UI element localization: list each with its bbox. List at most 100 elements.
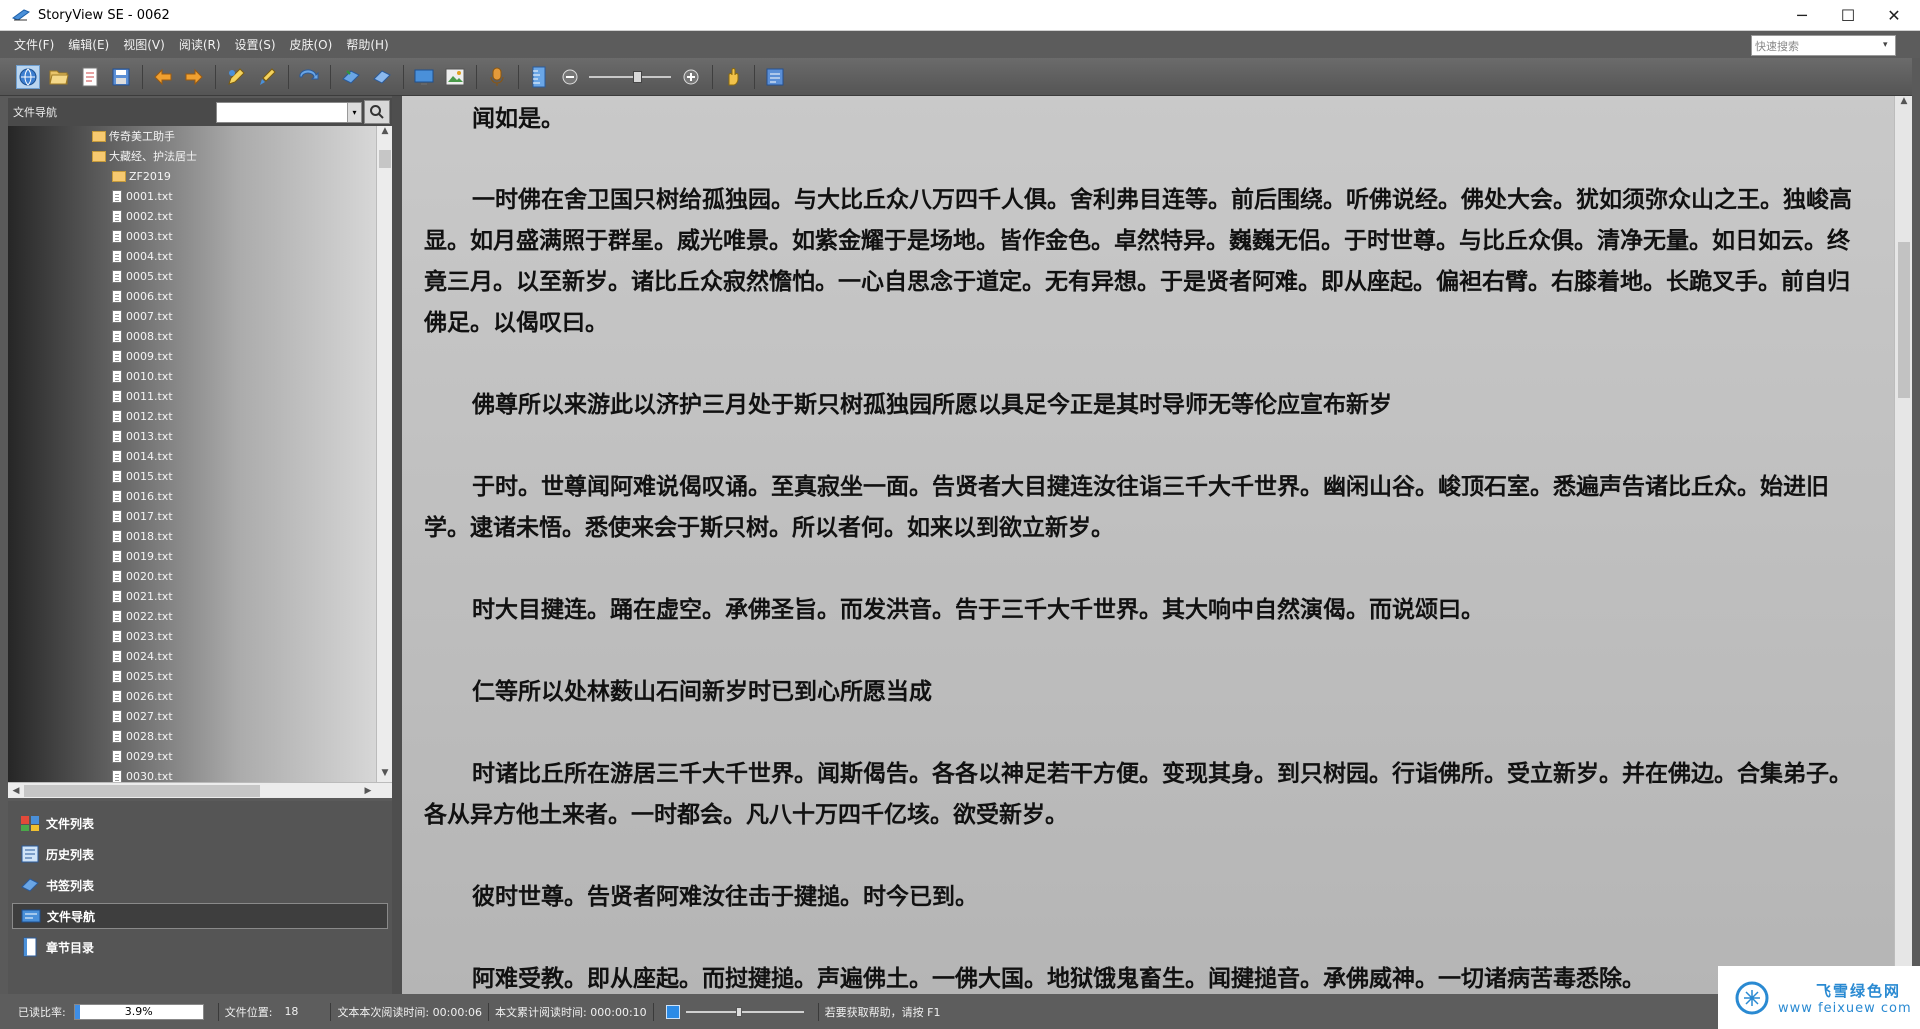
brush-button[interactable]	[255, 65, 279, 89]
panel-bookmark-list[interactable]: 书签列表	[12, 872, 388, 898]
menu-view[interactable]: 视图(V)	[123, 36, 165, 53]
menu-help[interactable]: 帮助(H)	[346, 36, 388, 53]
panel-file-nav[interactable]: 文件导航	[12, 903, 388, 929]
zoom-in-button[interactable]	[679, 65, 703, 89]
nav-search-button[interactable]	[364, 100, 390, 124]
scroll-down-icon[interactable]: ▼	[377, 768, 393, 782]
chevron-down-icon[interactable]: ▾	[347, 103, 361, 122]
tree-file[interactable]: 0016.txt	[112, 486, 173, 506]
scrollbar-thumb[interactable]	[1898, 242, 1910, 398]
status-separator	[217, 1002, 219, 1021]
tree-file[interactable]: 0009.txt	[112, 346, 173, 366]
tree-file[interactable]: 0015.txt	[112, 466, 173, 486]
tree-file[interactable]: 0010.txt	[112, 366, 173, 386]
tree-file[interactable]: 0028.txt	[112, 726, 173, 746]
tree-file[interactable]: 0007.txt	[112, 306, 173, 326]
menu-edit[interactable]: 编辑(E)	[68, 36, 109, 53]
file-icon	[112, 189, 122, 203]
tree-file[interactable]: 0006.txt	[112, 286, 173, 306]
nav-search-input[interactable]: ▾	[216, 102, 362, 123]
tree-file[interactable]: 0013.txt	[112, 426, 173, 446]
tree-file-label: 0023.txt	[126, 629, 173, 643]
scroll-speed-slider[interactable]	[685, 1004, 804, 1020]
tree-file[interactable]: 0025.txt	[112, 666, 173, 686]
panel-chapter-list[interactable]: 章节目录	[12, 934, 388, 960]
fullscreen-button[interactable]	[412, 65, 436, 89]
sync-button[interactable]	[297, 65, 321, 89]
tree-file[interactable]: 0020.txt	[112, 566, 173, 586]
tree-file[interactable]: 0030.txt	[112, 766, 173, 782]
menu-settings[interactable]: 设置(S)	[235, 36, 276, 53]
options-button[interactable]	[763, 65, 787, 89]
tree-file[interactable]: 0022.txt	[112, 606, 173, 626]
speech-button[interactable]	[485, 65, 509, 89]
tree-horizontal-scrollbar[interactable]: ◀ ▶	[8, 782, 392, 798]
tree-file[interactable]: 0011.txt	[112, 386, 173, 406]
reading-pane[interactable]: 闻如是。 一时佛在舍卫国只树给孤独园。与大比丘众八万四千人俱。舍利弗目连等。前后…	[402, 96, 1894, 994]
tree-file[interactable]: 0018.txt	[112, 526, 173, 546]
menu-read[interactable]: 阅读(R)	[179, 36, 221, 53]
reader-vertical-scrollbar[interactable]: ▲ ▼	[1894, 96, 1912, 994]
next-button[interactable]	[182, 65, 206, 89]
menu-skin[interactable]: 皮肤(O)	[290, 36, 333, 53]
tree-folder[interactable]: 传奇美工助手	[92, 126, 175, 146]
scroll-left-icon[interactable]: ◀	[8, 783, 24, 799]
microphone-icon	[490, 67, 504, 86]
tree-file[interactable]: 0029.txt	[112, 746, 173, 766]
bookmark-add-button[interactable]	[339, 65, 363, 89]
zoom-out-button[interactable]	[558, 65, 582, 89]
tree-vertical-scrollbar[interactable]: ▲ ▼	[376, 126, 392, 782]
close-button[interactable]: ✕	[1871, 0, 1917, 31]
tree-file[interactable]: 0004.txt	[112, 246, 173, 266]
tree-file[interactable]: 0014.txt	[112, 446, 173, 466]
tree-file[interactable]: 0024.txt	[112, 646, 173, 666]
tree-file[interactable]: 0027.txt	[112, 706, 173, 726]
tree-file[interactable]: 0019.txt	[112, 546, 173, 566]
auto-read-button[interactable]	[16, 64, 40, 89]
tree-file[interactable]: 0003.txt	[112, 226, 173, 246]
quick-search-placeholder: 快速搜索	[1755, 40, 1799, 53]
auto-scroll-icon[interactable]	[665, 1004, 680, 1019]
menu-file[interactable]: 文件(F)	[14, 36, 54, 53]
tree-file[interactable]: 0017.txt	[112, 506, 173, 526]
tree-file[interactable]: 0021.txt	[112, 586, 173, 606]
speed-slider-thumb[interactable]	[736, 1006, 743, 1017]
tree-file[interactable]: 0008.txt	[112, 326, 173, 346]
tree-folder[interactable]: 大藏经、护法居士	[92, 146, 197, 166]
scroll-up-icon[interactable]: ▲	[377, 126, 393, 140]
tree-file[interactable]: 0001.txt	[112, 186, 173, 206]
status-separator	[330, 1002, 332, 1021]
minimize-button[interactable]: ─	[1779, 0, 1825, 31]
panel-splitter[interactable]	[392, 96, 402, 994]
maximize-button[interactable]: ☐	[1825, 0, 1871, 31]
page-layout-button[interactable]	[527, 65, 551, 89]
panel-history-list[interactable]: 历史列表	[12, 841, 388, 867]
hand-tool-button[interactable]	[721, 65, 745, 89]
previous-button[interactable]	[151, 65, 175, 89]
scrollbar-thumb[interactable]	[24, 785, 260, 797]
tree-file[interactable]: 0002.txt	[112, 206, 173, 226]
edit-button[interactable]	[224, 65, 248, 89]
save-button[interactable]	[109, 65, 133, 89]
scroll-up-icon[interactable]: ▲	[1895, 96, 1913, 110]
scrollbar-thumb[interactable]	[379, 150, 391, 168]
zoom-slider-thumb[interactable]	[632, 70, 642, 83]
zoom-slider[interactable]	[589, 65, 671, 89]
tree-file[interactable]: 0005.txt	[112, 266, 173, 286]
open-file-button[interactable]	[78, 65, 102, 89]
tree-file[interactable]: 0026.txt	[112, 686, 173, 706]
text-paragraph: 一时佛在舍卫国只树给孤独园。与大比丘众八万四千人俱。舍利弗目连等。前后围绕。听佛…	[424, 187, 1852, 336]
panel-file-list[interactable]: 文件列表	[12, 810, 388, 836]
tree-file[interactable]: 0023.txt	[112, 626, 173, 646]
tree-folder[interactable]: ZF2019	[112, 166, 171, 186]
pencil-icon	[228, 67, 245, 85]
bookmark-button[interactable]	[370, 65, 394, 89]
chevron-down-icon[interactable]: ▾	[1883, 40, 1893, 50]
quick-search-input[interactable]: 快速搜索 ▾	[1751, 35, 1896, 56]
tree-file[interactable]: 0012.txt	[112, 406, 173, 426]
text-paragraph: 于时。世尊闻阿难说偈叹诵。至真寂坐一面。告贤者大目揵连汝往诣三千大千世界。幽闲山…	[424, 474, 1829, 541]
scroll-right-icon[interactable]: ▶	[360, 783, 376, 799]
history-icon	[21, 845, 39, 863]
open-folder-button[interactable]	[47, 65, 71, 89]
image-button[interactable]	[443, 65, 467, 89]
